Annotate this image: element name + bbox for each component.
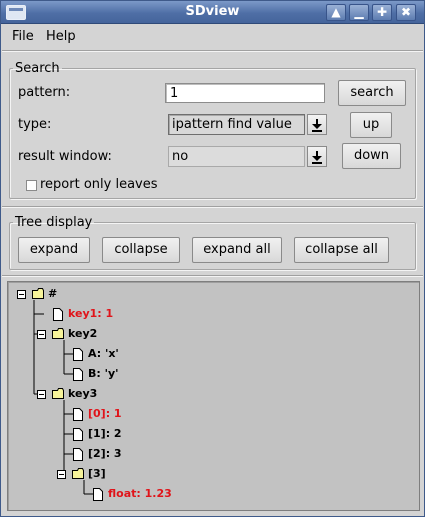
tree-node-label[interactable]: key3: [68, 387, 97, 400]
file-icon: [73, 448, 83, 461]
menu-bar: File Help: [2, 24, 423, 50]
file-icon: [73, 428, 83, 441]
close-icon[interactable]: ✖: [396, 4, 416, 21]
tree-node-label[interactable]: B: 'y': [88, 367, 119, 380]
tree-node-label[interactable]: key1: 1: [68, 307, 113, 320]
tree-node-label[interactable]: key2: [68, 327, 97, 340]
tree-node-label[interactable]: A: 'x': [88, 347, 119, 360]
tree-display-legend: Tree display: [15, 215, 93, 230]
tree-view[interactable]: # key1: 1 key2 A: 'x' B: 'y' key3 [0]: 1 [1]: 2…: [7, 281, 420, 511]
tree-node-label[interactable]: [1]: 2: [88, 427, 122, 440]
menu-file[interactable]: File: [12, 29, 34, 44]
folder-icon: [52, 328, 64, 339]
file-icon: [53, 308, 63, 321]
tree-node-label[interactable]: [3]: [88, 467, 106, 480]
collapse-toggle-icon[interactable]: [37, 390, 46, 399]
shade-icon[interactable]: ▲: [326, 4, 346, 21]
file-icon: [73, 408, 83, 421]
expand-all-button[interactable]: expand all: [192, 237, 282, 263]
title-bar[interactable]: SDview ▲ ▁ ✚ ✖: [1, 1, 424, 24]
tree-node-label[interactable]: float: 1.23: [108, 487, 172, 500]
expand-button[interactable]: expand: [18, 237, 90, 263]
type-select[interactable]: ipattern find value: [168, 114, 305, 135]
tree-node-label[interactable]: [2]: 3: [88, 447, 122, 460]
maximize-icon[interactable]: ✚: [372, 4, 392, 21]
up-button[interactable]: up: [350, 112, 392, 138]
type-label: type:: [18, 117, 52, 132]
pattern-label: pattern:: [18, 85, 71, 100]
down-arrow-icon: [312, 119, 322, 132]
folder-icon: [72, 468, 84, 479]
search-legend: Search: [15, 61, 60, 76]
file-icon: [73, 348, 83, 361]
result-window-select[interactable]: no: [168, 146, 305, 167]
down-arrow-icon: [312, 151, 322, 164]
collapse-toggle-icon[interactable]: [37, 330, 46, 339]
result-window-label: result window:: [18, 149, 112, 164]
tree-separator: [2, 275, 423, 277]
minimize-icon[interactable]: ▁: [349, 4, 369, 21]
pattern-input[interactable]: [165, 83, 325, 103]
folder-icon: [52, 388, 64, 399]
tree-node-label[interactable]: [0]: 1: [88, 407, 122, 420]
report-only-leaves-checkbox[interactable]: [26, 180, 37, 191]
file-icon: [93, 488, 103, 501]
collapse-all-button[interactable]: collapse all: [294, 237, 389, 263]
sdview-window: SDview ▲ ▁ ✚ ✖ File Help Search pattern:…: [0, 0, 425, 517]
tree-node-label[interactable]: #: [48, 287, 57, 300]
menu-separator: [2, 50, 423, 52]
type-dropdown-button[interactable]: [307, 114, 327, 135]
menu-help[interactable]: Help: [46, 29, 76, 44]
section-separator: [2, 206, 423, 208]
collapse-toggle-icon[interactable]: [57, 470, 66, 479]
collapse-toggle-icon[interactable]: [17, 290, 26, 299]
report-only-leaves-label[interactable]: report only leaves: [40, 177, 158, 192]
result-window-dropdown-button[interactable]: [307, 146, 327, 167]
collapse-button[interactable]: collapse: [102, 237, 180, 263]
search-button[interactable]: search: [338, 80, 406, 106]
folder-icon: [32, 288, 44, 299]
file-icon: [73, 368, 83, 381]
down-button[interactable]: down: [342, 143, 401, 169]
